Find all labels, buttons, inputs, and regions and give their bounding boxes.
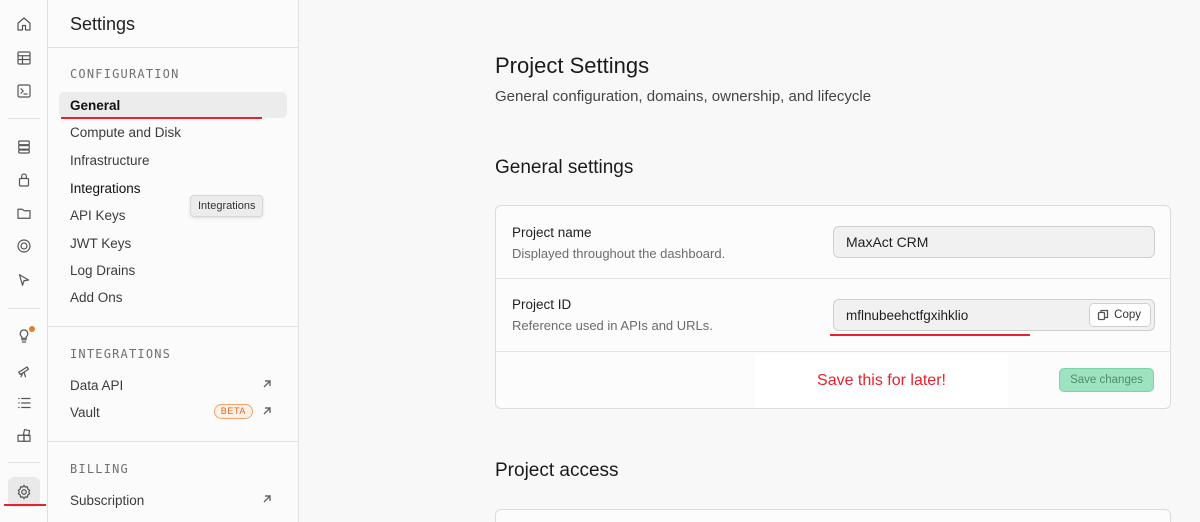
icon-rail	[0, 0, 48, 522]
sidebar-item-add-ons[interactable]: Add Ons	[59, 284, 287, 310]
notification-dot	[29, 326, 35, 332]
edge-functions-icon[interactable]	[12, 268, 36, 292]
page-title: Project Settings	[495, 53, 650, 78]
home-icon[interactable]	[12, 12, 36, 36]
project-id-help: Reference used in APIs and URLs.	[512, 318, 713, 333]
general-settings-title: General settings	[495, 157, 634, 178]
integrations-tooltip: Integrations	[190, 195, 264, 217]
copy-button[interactable]: Copy	[1089, 303, 1151, 327]
table-editor-icon[interactable]	[12, 46, 36, 70]
annotation-callout: Save this for later!	[755, 354, 1008, 408]
realtime-icon[interactable]	[12, 234, 36, 258]
project-access-title: Project access	[495, 460, 619, 481]
sidebar-item-subscription[interactable]: Subscription	[59, 487, 287, 513]
save-changes-button[interactable]: Save changes	[1059, 368, 1154, 392]
external-link-icon	[261, 378, 273, 390]
section-label-configuration: CONFIGURATION	[70, 67, 180, 81]
sidebar-item-jwt-keys[interactable]: JWT Keys	[59, 230, 287, 256]
copy-icon	[1097, 309, 1109, 321]
auth-icon[interactable]	[12, 168, 36, 192]
main-content: Project Settings General configuration, …	[300, 0, 1200, 522]
settings-sidebar: Settings CONFIGURATION General Compute a…	[48, 0, 299, 522]
project-access-card	[495, 509, 1171, 522]
page-subtitle: General configuration, domains, ownershi…	[495, 88, 872, 105]
project-id-field[interactable]: mflnubeehctfgxihklio Copy	[833, 299, 1155, 331]
sidebar-item-infrastructure[interactable]: Infrastructure	[59, 147, 287, 173]
annotation-underline-settings	[4, 504, 46, 506]
section-label-billing: BILLING	[70, 462, 129, 476]
advisors-icon[interactable]	[12, 324, 36, 348]
sidebar-item-compute-and-disk[interactable]: Compute and Disk	[59, 119, 287, 145]
sidebar-item-general[interactable]: General	[59, 92, 287, 118]
project-name-help: Displayed throughout the dashboard.	[512, 246, 726, 261]
reports-icon[interactable]	[12, 358, 36, 382]
project-id-label: Project ID	[512, 297, 572, 312]
project-id-value: mflnubeehctfgxihklio	[846, 308, 969, 323]
sidebar-title: Settings	[70, 14, 136, 34]
sidebar-item-log-drains[interactable]: Log Drains	[59, 257, 287, 283]
annotation-underline-project-id	[830, 334, 1030, 336]
project-name-label: Project name	[512, 225, 592, 240]
storage-icon[interactable]	[12, 201, 36, 225]
database-icon[interactable]	[12, 135, 36, 159]
integrations-icon[interactable]	[12, 424, 36, 448]
sidebar-item-data-api[interactable]: Data API	[59, 372, 287, 398]
external-link-icon	[261, 493, 273, 505]
settings-icon[interactable]	[12, 480, 36, 504]
logs-icon[interactable]	[12, 391, 36, 415]
external-link-icon	[261, 405, 273, 417]
sql-editor-icon[interactable]	[12, 79, 36, 103]
section-label-integrations: INTEGRATIONS	[70, 347, 172, 361]
sidebar-item-vault[interactable]: Vault BETA	[59, 399, 287, 425]
beta-badge: BETA	[213, 404, 253, 419]
project-name-input[interactable]	[833, 226, 1155, 258]
